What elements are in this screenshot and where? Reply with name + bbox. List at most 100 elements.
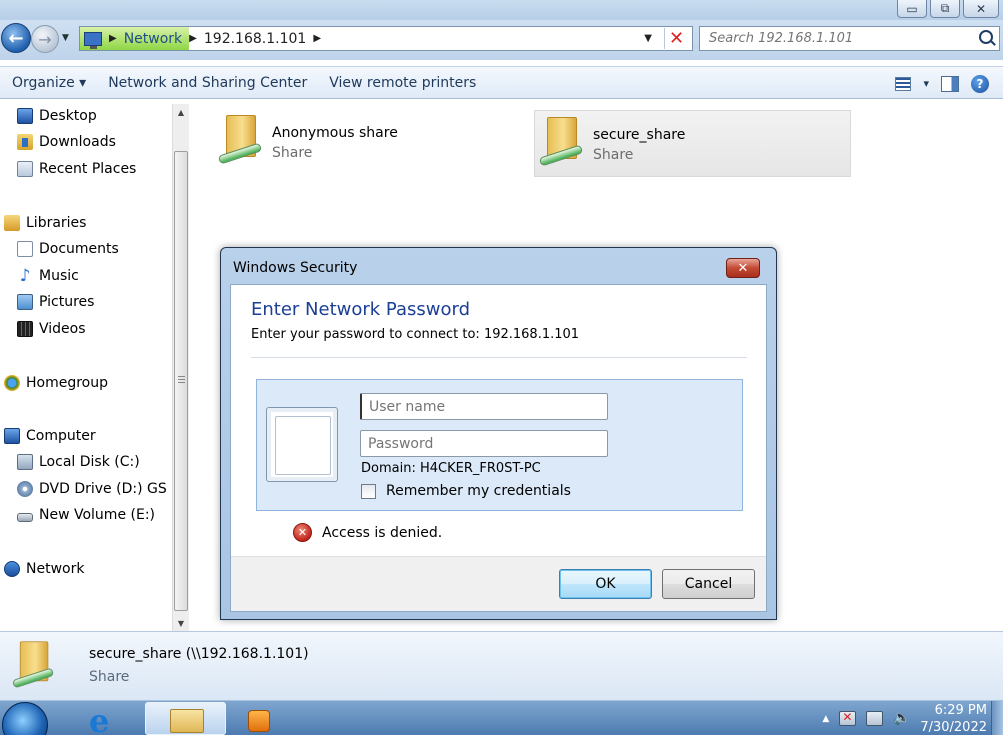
chevron-right-icon[interactable]: ▶ <box>189 33 197 44</box>
remember-label: Remember my credentials <box>386 483 571 499</box>
chevron-right-icon[interactable]: ▶ <box>313 33 321 44</box>
windows-security-dialog: Windows Security ✕ Enter Network Passwor… <box>220 247 777 620</box>
window-caption: ▭ ⧉ ✕ <box>0 0 1003 20</box>
volume-icon <box>17 513 33 522</box>
downloads-icon <box>17 134 33 150</box>
sidebar-item-desktop[interactable]: Desktop <box>17 108 97 124</box>
windows-explorer-taskbar-button[interactable] <box>145 702 226 735</box>
sidebar-item-libraries[interactable]: Libraries <box>4 215 86 231</box>
view-dropdown-icon[interactable]: ▾ <box>923 77 929 90</box>
sidebar-item-label: New Volume (E:) <box>39 507 155 523</box>
sidebar-item-recent-places[interactable]: Recent Places <box>17 161 136 177</box>
user-tile-icon <box>266 407 338 482</box>
password-field[interactable] <box>360 430 608 457</box>
sidebar-item-label: Computer <box>26 428 96 444</box>
address-dropdown-icon[interactable]: ▼ <box>644 33 652 44</box>
share-item-secure[interactable]: secure_share Share <box>534 110 851 177</box>
ok-button[interactable]: OK <box>559 569 652 599</box>
network-sharing-center-button[interactable]: Network and Sharing Center <box>97 75 318 91</box>
maximize-button[interactable]: ⧉ <box>930 0 960 18</box>
internet-explorer-taskbar-button[interactable]: e <box>75 702 139 735</box>
sidebar-item-label: Downloads <box>39 134 116 150</box>
sidebar-item-label: Recent Places <box>39 161 137 177</box>
sidebar-item-music[interactable]: ♪ Music <box>17 268 79 285</box>
system-tray: ▲ 🔈 6:29 PM 7/30/2022 <box>822 701 987 735</box>
search-input[interactable] <box>709 31 949 46</box>
search-box[interactable] <box>699 26 1000 51</box>
sidebar-item-label: Libraries <box>26 215 87 231</box>
error-message: ✕ Access is denied. <box>293 523 442 542</box>
sidebar-item-label: Local Disk (C:) <box>39 454 140 470</box>
breadcrumb-host[interactable]: 192.168.1.101 <box>204 31 306 47</box>
sidebar-item-dvd-drive[interactable]: DVD Drive (D:) GS <box>17 481 167 497</box>
address-row: ← → ▼ ▶ Network ▶ 192.168.1.101 ▶ ▼ ✕ <box>0 20 1003 60</box>
remember-checkbox[interactable] <box>361 483 376 499</box>
sidebar-item-label: Desktop <box>39 108 97 124</box>
sidebar-item-pictures[interactable]: Pictures <box>17 294 94 310</box>
change-view-icon[interactable] <box>895 76 912 91</box>
sidebar-item-new-volume[interactable]: New Volume (E:) <box>17 507 155 523</box>
homegroup-icon <box>4 375 20 391</box>
sidebar-item-local-disk[interactable]: Local Disk (C:) <box>17 454 140 470</box>
sidebar-item-label: Network <box>26 561 85 577</box>
error-text: Access is denied. <box>322 524 443 541</box>
close-window-button[interactable]: ✕ <box>963 0 999 18</box>
address-bar[interactable]: ▶ Network ▶ 192.168.1.101 ▶ ▼ ✕ <box>79 26 693 51</box>
error-icon: ✕ <box>293 523 312 542</box>
scroll-up-icon[interactable]: ▲ <box>173 104 189 120</box>
sidebar-item-computer[interactable]: Computer <box>4 428 96 444</box>
recent-pages-dropdown[interactable]: ▼ <box>62 33 69 43</box>
dialog-close-button[interactable]: ✕ <box>726 258 760 278</box>
help-icon[interactable]: ? <box>971 74 989 93</box>
sidebar-item-homegroup[interactable]: Homegroup <box>4 375 108 391</box>
network-tray-icon[interactable] <box>866 711 884 726</box>
view-remote-printers-button[interactable]: View remote printers <box>318 75 487 91</box>
volume-icon[interactable]: 🔈 <box>893 711 910 726</box>
computer-icon <box>4 428 20 444</box>
breadcrumb-network[interactable]: Network <box>124 31 182 47</box>
scroll-down-icon[interactable]: ▼ <box>173 615 189 631</box>
recent-places-icon <box>17 161 33 177</box>
clock[interactable]: 6:29 PM 7/30/2022 <box>920 702 987 735</box>
clock-time: 6:29 PM <box>934 702 987 718</box>
network-icon <box>4 561 20 577</box>
share-type: Share <box>272 145 313 161</box>
network-share-icon <box>538 115 587 173</box>
media-player-taskbar-button[interactable] <box>232 702 296 735</box>
start-button[interactable] <box>2 702 48 735</box>
network-share-icon <box>11 639 58 694</box>
libraries-icon <box>4 215 20 231</box>
show-desktop-button[interactable] <box>991 701 1003 735</box>
clock-date: 7/30/2022 <box>920 719 987 735</box>
details-name: secure_share (\\192.168.1.101) <box>89 646 309 662</box>
minimize-button[interactable]: ▭ <box>897 0 927 18</box>
search-icon[interactable] <box>979 30 993 44</box>
share-name: secure_share <box>593 127 686 143</box>
show-hidden-icons-icon[interactable]: ▲ <box>822 714 829 724</box>
forward-button[interactable]: → <box>31 25 59 53</box>
stop-icon[interactable]: ✕ <box>664 28 688 49</box>
dvd-icon <box>17 481 33 497</box>
action-center-icon[interactable] <box>839 710 857 726</box>
sidebar-item-network[interactable]: Network <box>4 561 84 577</box>
share-item-anonymous[interactable]: Anonymous share Share <box>214 109 514 175</box>
remember-credentials[interactable]: Remember my credentials <box>361 483 571 499</box>
sidebar-item-label: Documents <box>39 241 119 257</box>
documents-icon <box>17 241 33 257</box>
navigation-scrollbar[interactable]: ▲ ▼ <box>172 104 189 631</box>
preview-pane-icon[interactable] <box>941 75 959 92</box>
taskbar: e ▲ 🔈 6:29 PM 7/30/2022 <box>0 700 1003 735</box>
videos-icon <box>17 321 33 337</box>
sidebar-item-label: Pictures <box>39 294 95 310</box>
sidebar-item-videos[interactable]: Videos <box>17 321 86 337</box>
share-name: Anonymous share <box>272 125 398 141</box>
chevron-right-icon[interactable]: ▶ <box>109 33 117 44</box>
username-field[interactable] <box>360 393 608 420</box>
sidebar-item-downloads[interactable]: Downloads <box>17 134 116 150</box>
scrollbar-thumb[interactable] <box>174 151 188 611</box>
cancel-button[interactable]: Cancel <box>662 569 755 599</box>
internet-explorer-icon: e <box>89 702 110 735</box>
sidebar-item-documents[interactable]: Documents <box>17 241 119 257</box>
back-button[interactable]: ← <box>1 23 31 53</box>
organize-menu[interactable]: Organize ▾ <box>0 75 97 91</box>
